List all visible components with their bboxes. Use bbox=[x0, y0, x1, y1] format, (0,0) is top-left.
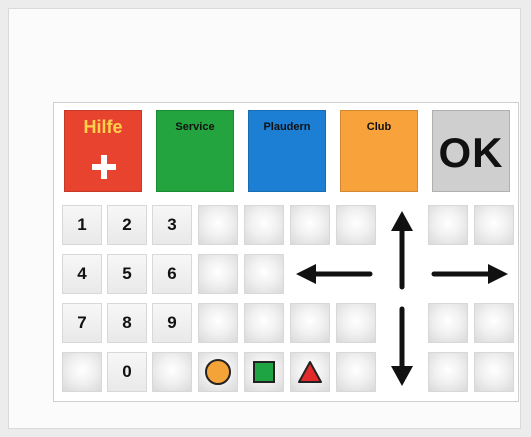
blank-key[interactable] bbox=[244, 254, 284, 294]
blank-key[interactable] bbox=[62, 352, 102, 392]
blank-key[interactable] bbox=[290, 205, 330, 245]
key-1[interactable]: 1 bbox=[62, 205, 102, 245]
blank-key[interactable] bbox=[428, 352, 468, 392]
service-button[interactable]: Service bbox=[156, 110, 234, 192]
key-0[interactable]: 0 bbox=[107, 352, 147, 392]
blank-key[interactable] bbox=[428, 303, 468, 343]
blank-key[interactable] bbox=[474, 303, 514, 343]
square-icon bbox=[253, 361, 275, 383]
blank-key[interactable] bbox=[428, 205, 468, 245]
blank-key[interactable] bbox=[244, 303, 284, 343]
arrow-down-icon bbox=[391, 306, 413, 386]
device-frame: Hilfe Service Plaudern Club OK 1 2 3 4 5 bbox=[8, 8, 521, 429]
arrow-up-icon bbox=[391, 211, 413, 290]
key-6[interactable]: 6 bbox=[152, 254, 192, 294]
arrow-right-icon bbox=[431, 264, 508, 284]
triangle-icon bbox=[298, 361, 322, 383]
key-7[interactable]: 7 bbox=[62, 303, 102, 343]
arrow-left-icon bbox=[296, 264, 373, 284]
blank-key[interactable] bbox=[198, 205, 238, 245]
blank-key[interactable] bbox=[336, 303, 376, 343]
key-9[interactable]: 9 bbox=[152, 303, 192, 343]
key-8[interactable]: 8 bbox=[107, 303, 147, 343]
key-5[interactable]: 5 bbox=[107, 254, 147, 294]
key-3[interactable]: 3 bbox=[152, 205, 192, 245]
plus-icon bbox=[92, 155, 116, 179]
ok-button[interactable]: OK bbox=[432, 110, 510, 192]
square-button[interactable] bbox=[244, 352, 284, 392]
arrow-down-button[interactable] bbox=[382, 303, 422, 392]
arrow-up-button[interactable] bbox=[382, 205, 422, 294]
blank-key[interactable] bbox=[336, 352, 376, 392]
help-label: Hilfe bbox=[83, 117, 123, 137]
touch-panel: Hilfe Service Plaudern Club OK 1 2 3 4 5 bbox=[53, 102, 519, 402]
circle-button[interactable] bbox=[198, 352, 238, 392]
arrow-left-button[interactable] bbox=[290, 254, 376, 294]
club-label: Club bbox=[366, 121, 392, 133]
blank-key[interactable] bbox=[198, 254, 238, 294]
service-label: Service bbox=[175, 121, 215, 133]
chat-button[interactable]: Plaudern bbox=[248, 110, 326, 192]
blank-key[interactable] bbox=[474, 205, 514, 245]
blank-key[interactable] bbox=[152, 352, 192, 392]
triangle-button[interactable] bbox=[290, 352, 330, 392]
ok-label: OK bbox=[438, 129, 504, 176]
chat-label: Plaudern bbox=[263, 121, 311, 133]
circle-icon bbox=[205, 359, 231, 385]
blank-key[interactable] bbox=[474, 352, 514, 392]
club-button[interactable]: Club bbox=[340, 110, 418, 192]
blank-key[interactable] bbox=[336, 205, 376, 245]
blank-key[interactable] bbox=[290, 303, 330, 343]
blank-key[interactable] bbox=[198, 303, 238, 343]
help-button[interactable]: Hilfe bbox=[64, 110, 142, 192]
key-2[interactable]: 2 bbox=[107, 205, 147, 245]
arrow-right-button[interactable] bbox=[428, 254, 514, 294]
blank-key[interactable] bbox=[244, 205, 284, 245]
key-4[interactable]: 4 bbox=[62, 254, 102, 294]
